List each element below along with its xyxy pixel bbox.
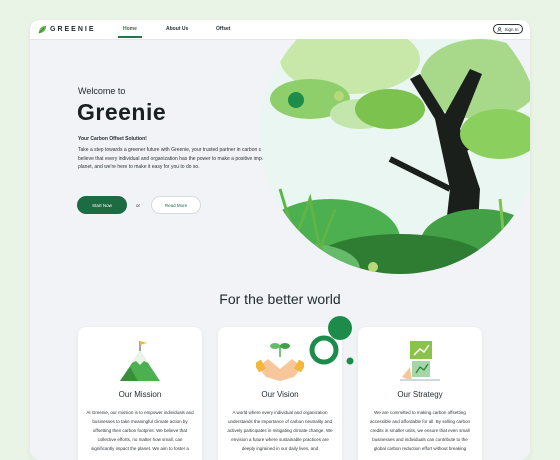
hero-welcome: Welcome to [78,86,126,96]
sign-in-label: Sign In [504,26,519,32]
hero-subtitle: Your Carbon Offset Solution! [78,136,147,142]
strategy-card: Our Strategy We are committed to making … [358,327,482,460]
hero-forest-illustration [260,39,530,274]
leaf-logo-icon [38,25,47,34]
user-icon [497,26,503,32]
strategy-chart-icon [400,341,440,381]
mountain-flag-icon [120,341,160,381]
handshake-sprout-icon [256,343,304,381]
card-title: Our Vision [261,390,299,399]
browser-page: GREENIE Home About Us Offset Sign In Wel… [30,20,530,460]
top-navbar: GREENIE Home About Us Offset Sign In [30,20,530,40]
card-text: At Greenie, our mission is to empower in… [86,410,194,451]
card-title: Our Mission [118,390,162,399]
nav-link-home[interactable]: Home [123,26,137,32]
mission-card: Our Mission At Greenie, our mission is t… [78,327,202,460]
start-now-button[interactable]: Start Now [77,196,127,214]
nav-link-offset[interactable]: Offset [216,26,230,32]
decorative-rings [309,316,354,365]
sign-in-button[interactable]: Sign In [493,24,523,34]
hero-title: Greenie [77,99,167,125]
read-more-button[interactable]: Read More [151,196,201,214]
nav-link-about-us[interactable]: About Us [166,26,188,32]
card-title: Our Strategy [397,390,443,399]
or-label: or [136,203,141,208]
logo-text: GREENIE [50,26,96,33]
section-title: For the better world [219,291,341,307]
logo[interactable]: GREENIE [38,25,96,34]
card-text: We are committed to making carbon offset… [370,410,470,451]
active-nav-indicator [118,36,142,38]
card-text: A world where every individual and organ… [227,410,333,451]
